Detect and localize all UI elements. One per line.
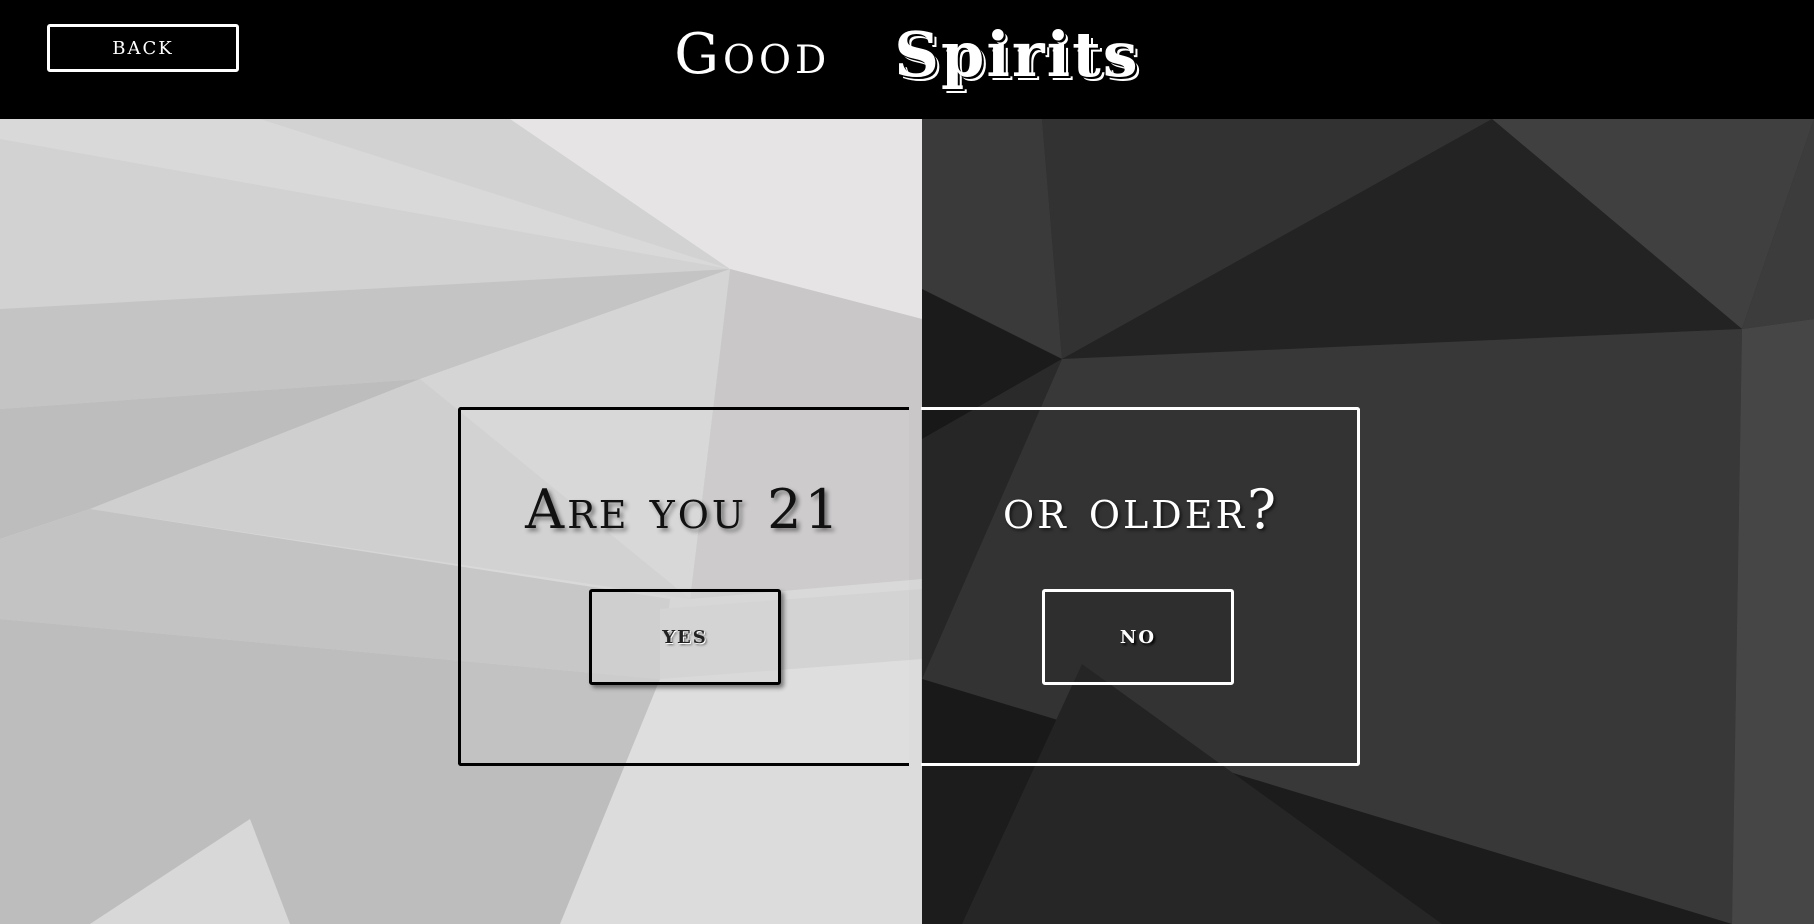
age-question-box-right — [921, 407, 1360, 766]
brand-logo: Good Spirits — [0, 14, 1814, 94]
age-question-box-left — [458, 407, 909, 766]
header-bar: BACK Good Spirits — [0, 0, 1814, 119]
no-button[interactable]: NO — [1042, 589, 1234, 685]
brand-first-word: Good — [674, 21, 831, 87]
question-text-right: or older? — [1002, 477, 1280, 541]
yes-button[interactable]: YES — [589, 589, 781, 685]
brand-second-word: Spirits — [894, 17, 1140, 91]
question-text-left: Are you 21 — [525, 477, 842, 541]
